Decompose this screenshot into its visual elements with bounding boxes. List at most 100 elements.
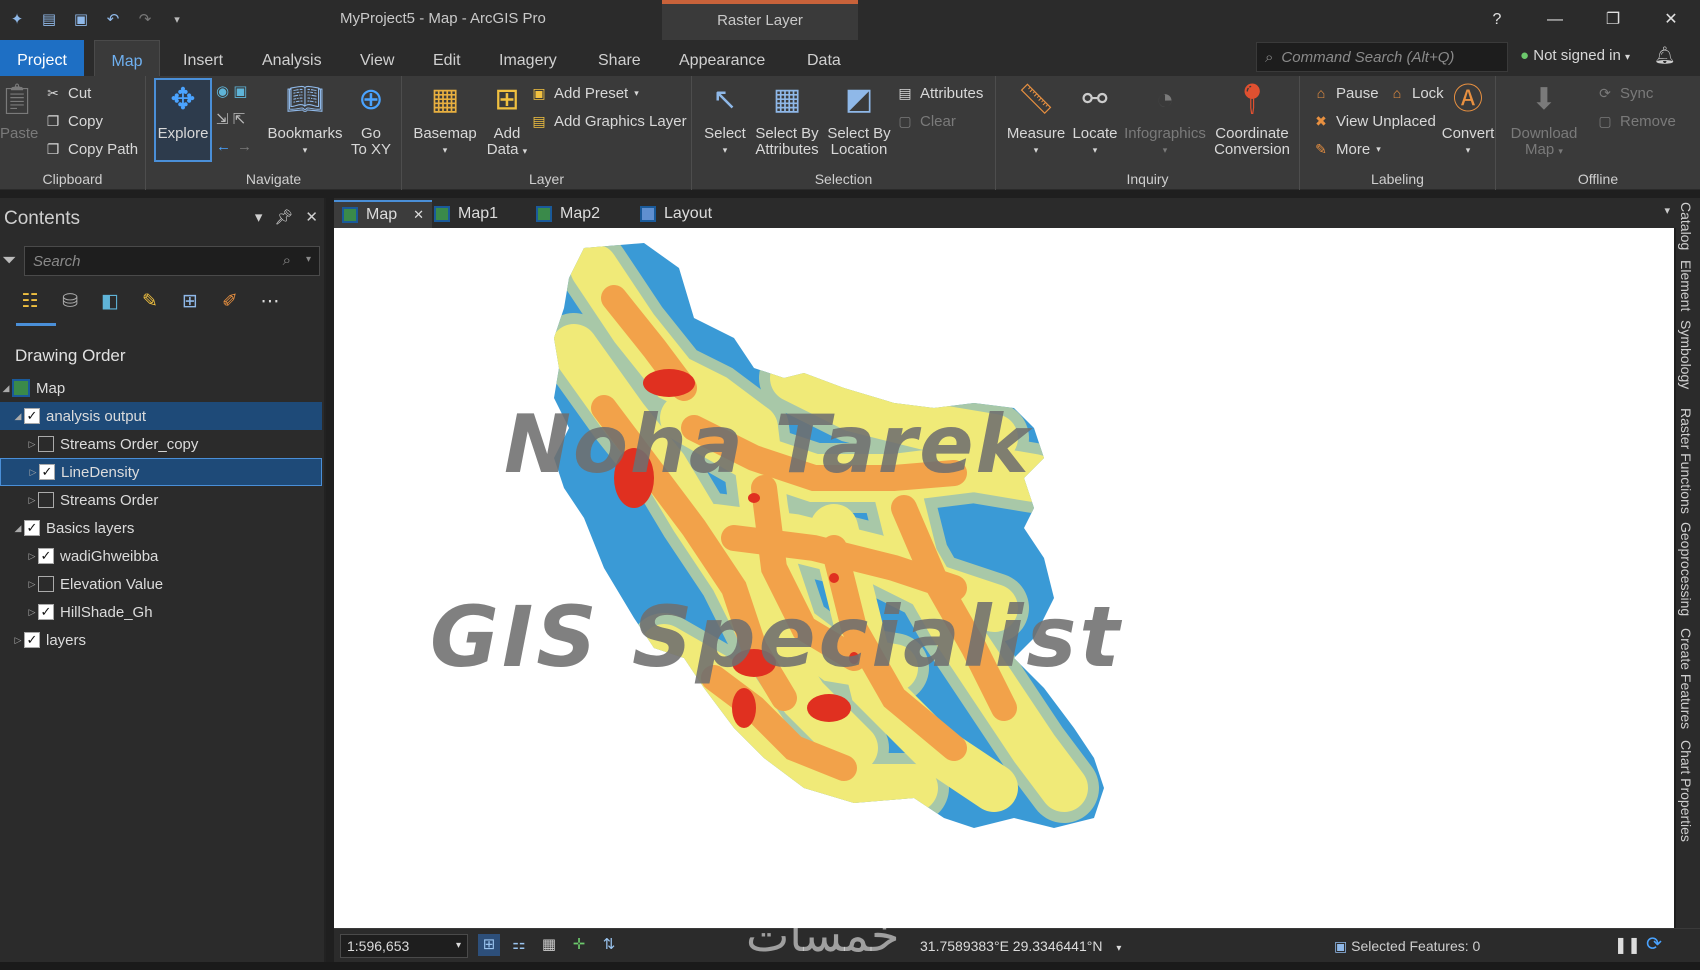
search-icon[interactable]: ⌕: [283, 252, 291, 269]
expand-icon[interactable]: ▷: [26, 495, 38, 506]
close-pane-icon[interactable]: ✕: [305, 208, 318, 226]
notification-bell-icon[interactable]: 🔔︎: [1654, 46, 1676, 66]
tab-edit[interactable]: Edit: [433, 40, 461, 76]
redo-icon[interactable]: ↷: [134, 8, 156, 30]
help-button[interactable]: ?: [1468, 0, 1526, 40]
lock-labels-button[interactable]: ⌂ Lock: [1388, 84, 1444, 102]
dock-tab-raster-functions[interactable]: Raster Functions: [1678, 408, 1694, 514]
north-arrow-icon[interactable]: ⇅: [598, 934, 620, 956]
more-options-icon[interactable]: ⋯: [258, 288, 282, 314]
visibility-checkbox[interactable]: [38, 492, 54, 508]
tab-view[interactable]: View: [360, 40, 394, 76]
visibility-checkbox[interactable]: [38, 436, 54, 452]
dock-tab-create-features[interactable]: Create Features: [1678, 628, 1694, 729]
add-preset-button[interactable]: ▣ Add Preset ▾: [530, 84, 638, 102]
command-search-input[interactable]: ⌕ Command Search (Alt+Q): [1256, 42, 1508, 72]
tree-item-linedensity[interactable]: ▷ ✓ LineDensity: [0, 458, 322, 486]
next-extent-icon[interactable]: →: [237, 138, 252, 155]
view-tab-map[interactable]: Map ✕: [334, 200, 433, 228]
visibility-checkbox[interactable]: ✓: [39, 464, 55, 480]
select-button[interactable]: ↖ Select ▾: [702, 80, 748, 158]
dock-tab-symbology[interactable]: Symbology: [1678, 320, 1694, 389]
pin-icon[interactable]: 📌︎: [274, 208, 293, 226]
table-view-icon[interactable]: ▦: [538, 934, 560, 956]
pane-options-icon[interactable]: ▾: [255, 208, 263, 226]
add-data-button[interactable]: ⊞ Add Data ▾: [482, 80, 532, 159]
expand-icon[interactable]: ▷: [26, 607, 38, 618]
refresh-icon[interactable]: ⟳: [1646, 933, 1662, 956]
sync-button[interactable]: ⟳ Sync: [1596, 84, 1653, 102]
selection-view-icon[interactable]: ◧: [98, 288, 122, 314]
tree-item-streams-order-copy[interactable]: ▷ Streams Order_copy: [0, 430, 322, 458]
tree-item-basics-layers[interactable]: ◢ ✓ Basics layers: [0, 514, 322, 542]
dock-tab-chart-properties[interactable]: Chart Properties: [1678, 740, 1694, 842]
view-tab-map1[interactable]: Map1: [426, 200, 506, 228]
coordinate-conversion-button[interactable]: 📍︎ Coordinate Conversion: [1210, 80, 1294, 158]
tree-item-elevation-value[interactable]: ▷ Elevation Value: [0, 570, 322, 598]
remove-offline-button[interactable]: ▢ Remove: [1596, 112, 1675, 130]
new-project-icon[interactable]: ✦: [6, 8, 28, 30]
view-tabs-menu-icon[interactable]: ▾: [1664, 204, 1670, 217]
customize-qat-icon[interactable]: ▾: [166, 8, 188, 30]
selected-features-status[interactable]: ▣ Selected Features: 0: [1334, 938, 1480, 955]
tab-insert[interactable]: Insert: [183, 40, 223, 76]
tab-map[interactable]: Map: [94, 40, 160, 76]
save-icon[interactable]: ▣: [70, 8, 92, 30]
infographics-button[interactable]: ◔ Infographics ▾: [1122, 80, 1208, 158]
go-to-xy-button[interactable]: ⊕ Go To XY: [346, 80, 396, 158]
editing-view-icon[interactable]: ✎: [138, 288, 162, 314]
grid-view-icon[interactable]: ⚏: [508, 934, 530, 956]
explore-tool[interactable]: ✥ Explore: [156, 80, 210, 142]
close-button[interactable]: ✕: [1642, 0, 1700, 40]
close-tab-icon[interactable]: ✕: [413, 207, 424, 223]
select-by-location-button[interactable]: ◩ Select By Location: [824, 80, 894, 158]
select-by-attributes-button[interactable]: ▦ Select By Attributes: [752, 80, 822, 158]
dock-tab-geoprocessing[interactable]: Geoprocessing: [1678, 522, 1694, 616]
tab-data[interactable]: Data: [807, 40, 841, 76]
undo-icon[interactable]: ↶: [102, 8, 124, 30]
contents-search-input[interactable]: Search ⌕ ▾: [24, 246, 320, 276]
account-button[interactable]: ● Not signed in ▾: [1520, 47, 1630, 64]
tree-item-layers[interactable]: ▷ ✓ layers: [0, 626, 322, 654]
expand-icon[interactable]: ▷: [27, 467, 39, 478]
collapse-icon[interactable]: ◢: [12, 411, 24, 422]
visibility-checkbox[interactable]: ✓: [24, 632, 40, 648]
expand-icon[interactable]: ▷: [26, 439, 38, 450]
pause-labeling-button[interactable]: ⌂ Pause: [1312, 84, 1379, 102]
restore-button[interactable]: ❐: [1584, 0, 1642, 40]
tree-item-streams-order[interactable]: ▷ Streams Order: [0, 486, 322, 514]
dock-tab-element[interactable]: Element: [1678, 260, 1694, 311]
drawing-order-icon[interactable]: ☷: [18, 288, 42, 314]
labeling-view-icon[interactable]: ✐: [218, 288, 242, 314]
expand-icon[interactable]: ▷: [26, 579, 38, 590]
visibility-checkbox[interactable]: ✓: [24, 408, 40, 424]
tree-item-map[interactable]: ◢ Map: [0, 374, 322, 402]
pause-drawing-icon[interactable]: ❚❚: [1614, 935, 1641, 955]
tree-item-analysis-output[interactable]: ◢ ✓ analysis output: [0, 402, 322, 430]
tab-analysis[interactable]: Analysis: [262, 40, 322, 76]
copy-path-button[interactable]: ❐ Copy Path: [44, 140, 138, 158]
scale-selector[interactable]: 1:596,653 ▾: [340, 934, 468, 958]
visibility-checkbox[interactable]: ✓: [24, 520, 40, 536]
expand-icon[interactable]: ▷: [12, 635, 24, 646]
fixed-zoom-icon[interactable]: ⊞: [478, 934, 500, 956]
data-source-icon[interactable]: ⛁: [58, 288, 82, 314]
visibility-checkbox[interactable]: ✓: [38, 548, 54, 564]
visibility-checkbox[interactable]: [38, 576, 54, 592]
more-labeling-button[interactable]: ✎ More ▾: [1312, 140, 1381, 158]
minimize-button[interactable]: —: [1526, 0, 1584, 40]
visibility-checkbox[interactable]: ✓: [38, 604, 54, 620]
basemap-button[interactable]: ▦ Basemap ▾: [410, 80, 480, 158]
chevron-down-icon[interactable]: ▾: [306, 254, 311, 265]
open-folder-icon[interactable]: ▤: [38, 8, 60, 30]
locate-button[interactable]: ⚯ Locate ▾: [1070, 80, 1120, 158]
snapping-icon[interactable]: ✛: [568, 934, 590, 956]
add-graphics-layer-button[interactable]: ▤ Add Graphics Layer: [530, 112, 686, 130]
view-tab-map2[interactable]: Map2: [528, 200, 608, 228]
attributes-button[interactable]: ▤ Attributes: [896, 84, 983, 102]
tree-item-wadighweibba[interactable]: ▷ ✓ wadiGhweibba: [0, 542, 322, 570]
tab-project[interactable]: Project: [0, 40, 84, 76]
previous-extent-icon[interactable]: ← →: [216, 138, 252, 155]
chevron-down-icon[interactable]: ▾: [1116, 943, 1121, 954]
tab-share[interactable]: Share: [598, 40, 641, 76]
